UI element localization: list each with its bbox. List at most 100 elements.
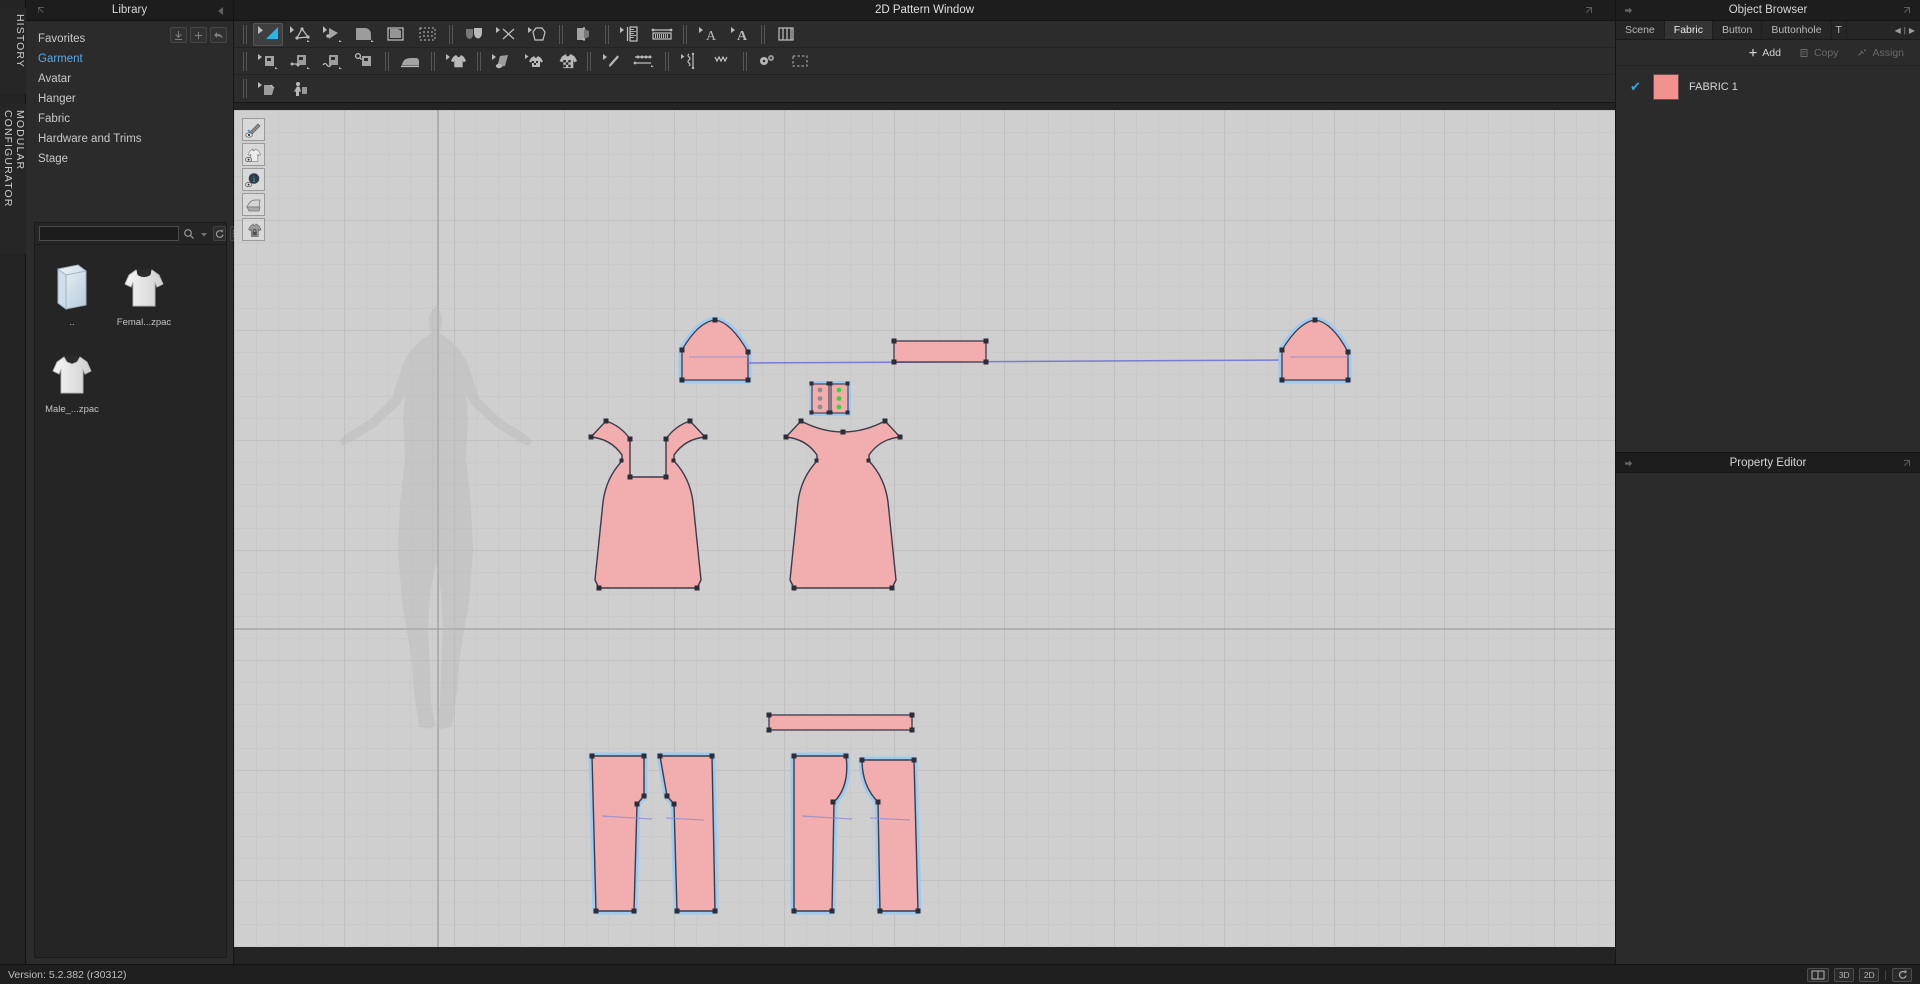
tab-buttonhole[interactable]: Buttonhole bbox=[1762, 21, 1832, 39]
info-eye-icon[interactable]: i bbox=[242, 168, 265, 191]
list-item[interactable]: ✔ FABRIC 1 bbox=[1616, 72, 1920, 102]
texture-tool[interactable] bbox=[519, 50, 549, 73]
library-action-buttons bbox=[170, 27, 227, 43]
add-icon[interactable] bbox=[190, 27, 207, 43]
toolbar-separator bbox=[605, 24, 609, 44]
tab-button-label: Button bbox=[1721, 24, 1753, 36]
pattern-outline-tool[interactable] bbox=[523, 23, 553, 46]
fusible-tool[interactable] bbox=[395, 50, 425, 73]
tape-measure-tool[interactable] bbox=[647, 23, 677, 46]
tab-fabric[interactable]: Fabric bbox=[1664, 21, 1713, 39]
vertical-tab-modular-configurator[interactable]: MODULAR CONFIGURATOR bbox=[0, 104, 26, 254]
toolbar-row-3 bbox=[234, 75, 1615, 102]
svg-text:A: A bbox=[706, 29, 717, 43]
pattern-toolbars: A A bbox=[234, 21, 1615, 103]
library-item-garment[interactable]: Garment bbox=[26, 49, 233, 69]
marquee-tool[interactable] bbox=[785, 50, 815, 73]
edit-curve-point-tool[interactable] bbox=[285, 23, 315, 46]
cut-sew-tool[interactable] bbox=[491, 23, 521, 46]
status-divider: | bbox=[1884, 968, 1887, 981]
collapse-left-icon[interactable] bbox=[215, 5, 227, 17]
search-icon[interactable] bbox=[183, 226, 195, 241]
expand-arrow-icon[interactable] bbox=[1623, 458, 1634, 469]
transform-pattern-tool[interactable] bbox=[317, 23, 347, 46]
avatar-tool[interactable] bbox=[285, 77, 315, 100]
edit-pattern-tool[interactable] bbox=[253, 22, 283, 46]
shirt-lock-icon[interactable] bbox=[242, 218, 265, 241]
edit-sewing-tool[interactable] bbox=[349, 50, 379, 73]
popout-icon[interactable] bbox=[1900, 4, 1913, 17]
library-item-stage[interactable]: Stage bbox=[26, 149, 233, 169]
tab-scroll-right-icon[interactable]: ▶ bbox=[1909, 26, 1915, 35]
library-file-item[interactable]: Femal...zpac bbox=[111, 253, 177, 328]
print-layout-tool[interactable] bbox=[551, 50, 581, 73]
download-icon[interactable] bbox=[170, 27, 187, 43]
fabric-fold-icon[interactable] bbox=[242, 193, 265, 216]
button-tool[interactable] bbox=[753, 50, 783, 73]
zigzag-tool[interactable] bbox=[675, 50, 705, 73]
checkmark-icon[interactable]: ✔ bbox=[1630, 79, 1643, 95]
text-tool[interactable]: A bbox=[693, 23, 723, 46]
polygon-tool[interactable] bbox=[349, 23, 379, 46]
split-view-button[interactable] bbox=[1807, 967, 1830, 982]
select-mesh-tool[interactable] bbox=[413, 23, 443, 46]
popout-icon[interactable] bbox=[1900, 457, 1913, 470]
library-file-label: Femal...zpac bbox=[116, 317, 172, 328]
placket-buttonholes bbox=[836, 387, 842, 410]
fabric-color-swatch[interactable] bbox=[1653, 74, 1679, 100]
sewing-tool[interactable] bbox=[253, 50, 283, 73]
view-3d-button[interactable]: 3D bbox=[1834, 967, 1855, 982]
add-button[interactable]: Add bbox=[1740, 44, 1789, 62]
pattern-piece-waistband bbox=[766, 712, 915, 733]
measure-tool[interactable] bbox=[615, 23, 645, 46]
grid-tool[interactable] bbox=[771, 23, 801, 46]
library-item-hanger[interactable]: Hanger bbox=[26, 89, 233, 109]
pleat-tool[interactable] bbox=[597, 50, 627, 73]
elastic-tool[interactable] bbox=[629, 50, 659, 73]
placket-buttons bbox=[817, 387, 823, 410]
library-item-hardware-and-trims[interactable]: Hardware and Trims bbox=[26, 129, 233, 149]
free-sewing-tool[interactable] bbox=[317, 50, 347, 73]
library-file-item[interactable]: .. bbox=[39, 253, 105, 328]
pen-eye-icon[interactable] bbox=[242, 118, 265, 141]
fold-pattern-tool[interactable] bbox=[569, 23, 599, 46]
flatten-tool[interactable] bbox=[441, 50, 471, 73]
pattern-canvas[interactable]: i bbox=[234, 110, 1615, 947]
vvv-tool[interactable] bbox=[707, 50, 737, 73]
segment-sewing-tool[interactable] bbox=[285, 50, 315, 73]
tab-scroll-left-icon[interactable]: ◀ bbox=[1895, 26, 1901, 35]
undo-icon[interactable] bbox=[210, 27, 227, 43]
library-item-fabric[interactable]: Fabric bbox=[26, 109, 233, 129]
copy-button[interactable]: Copy bbox=[1792, 44, 1847, 62]
trace-tool[interactable] bbox=[253, 77, 283, 100]
library-item-fabric-label: Fabric bbox=[38, 113, 70, 125]
internal-shape-tool[interactable] bbox=[459, 23, 489, 46]
search-input[interactable] bbox=[39, 226, 179, 241]
view-2d-button[interactable]: 2D bbox=[1859, 967, 1880, 982]
garment-male-icon bbox=[42, 344, 102, 402]
shirt-eye-icon[interactable] bbox=[242, 143, 265, 166]
vertical-tab-history[interactable]: HISTORY bbox=[0, 8, 26, 94]
pattern-canvas-svg[interactable] bbox=[234, 110, 1615, 947]
library-item-avatar[interactable]: Avatar bbox=[26, 69, 233, 89]
view-2d-label: 2D bbox=[1863, 969, 1875, 980]
tab-truncated[interactable]: T bbox=[1832, 21, 1847, 39]
tab-button[interactable]: Button bbox=[1713, 21, 1763, 39]
library-title-label: Library bbox=[111, 4, 148, 16]
chevron-down-icon[interactable] bbox=[199, 226, 209, 241]
library-item-favorites-label: Favorites bbox=[38, 33, 86, 45]
reset-view-button[interactable] bbox=[1892, 967, 1912, 982]
expand-arrow-icon[interactable] bbox=[1623, 5, 1634, 16]
library-file-item[interactable]: Male_...zpac bbox=[39, 340, 105, 415]
refresh-icon[interactable] bbox=[213, 226, 226, 241]
popout-icon[interactable] bbox=[1582, 4, 1595, 17]
popout-icon[interactable] bbox=[34, 4, 47, 17]
unroll-tool[interactable] bbox=[487, 50, 517, 73]
rectangle-pattern-tool[interactable] bbox=[381, 23, 411, 46]
svg-text:A: A bbox=[737, 29, 748, 43]
toolbar-separator bbox=[449, 24, 453, 44]
tab-scene[interactable]: Scene bbox=[1616, 21, 1665, 39]
left-vertical-dock: HISTORY MODULAR CONFIGURATOR bbox=[0, 0, 26, 964]
text-bold-tool[interactable]: A bbox=[725, 23, 755, 46]
assign-button[interactable]: Assign bbox=[1849, 44, 1912, 62]
